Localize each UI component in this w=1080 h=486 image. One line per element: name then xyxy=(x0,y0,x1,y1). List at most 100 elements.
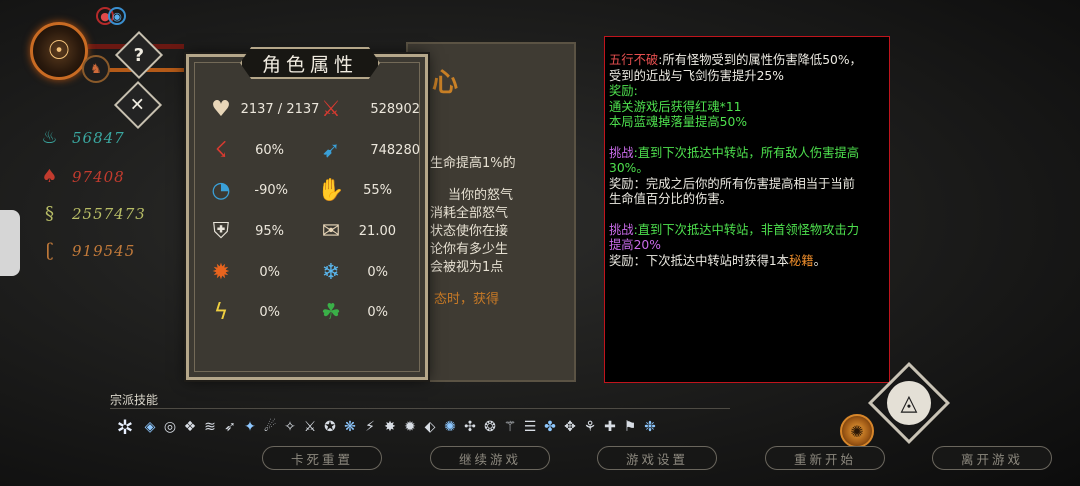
stat-cooldown-value: -90% xyxy=(254,182,288,198)
currency-red-value: 97408 xyxy=(72,167,125,186)
reward-text: 本局蓝魂掉落量提高50% xyxy=(609,115,748,129)
talent-line: 消耗全部怒气 xyxy=(430,206,509,221)
challenge-text: 提高20% xyxy=(609,238,661,252)
attribute-panel-title: 角色属性 xyxy=(240,47,380,79)
modifier-text: 受到的近战与飞剑伤害提升25% xyxy=(609,68,784,83)
reset-stuck-button[interactable]: 卡死重置 xyxy=(262,446,382,470)
stat-defense-value: 95% xyxy=(255,223,284,239)
sun-medallion-icon: ☉ xyxy=(47,36,71,66)
currency-orange-value: 919545 xyxy=(72,241,136,260)
stat-crit-damage: ➹ 748280 xyxy=(316,135,420,165)
skill-icon[interactable]: ➶ xyxy=(220,414,240,440)
skill-icon[interactable]: ⚑ xyxy=(620,414,640,440)
challenge-label: 挑战 xyxy=(609,222,634,237)
skill-icon[interactable]: ⚚ xyxy=(500,414,520,440)
skill-icon[interactable]: ☰ xyxy=(520,414,540,440)
modifier-description-box: 五行不破:所有怪物受到的属性伤害降低50%， 受到的近战与飞剑伤害提升25% 奖… xyxy=(604,36,890,383)
challenge-text: :直到下次抵达中转站，非首领怪物攻击力 xyxy=(633,222,860,237)
skill-icon[interactable]: ✥ xyxy=(560,414,580,440)
skill-icon[interactable]: ✣ xyxy=(460,414,480,440)
skill-icon[interactable]: ⚡ xyxy=(360,414,380,440)
stat-attack-value: 528902 xyxy=(370,101,420,117)
skill-icon[interactable]: ❋ xyxy=(340,414,360,440)
stat-luck: ✉ 21.00 xyxy=(316,216,396,246)
stat-cooldown: ◔ -90% xyxy=(206,175,288,205)
talent-description-panel: 心 生命提高1%的 当你的怒气 消耗全部怒气 状态使你在接 论你有多少生 会被视… xyxy=(406,42,576,382)
status-mini-icons: ● ◉ xyxy=(96,7,126,25)
talent-line: 当你的怒气 xyxy=(448,188,514,203)
close-icon: ✕ xyxy=(130,94,146,116)
modifier-text: :所有怪物受到的属性伤害降低50%， xyxy=(658,53,862,67)
currency-red: ♠ 97408 xyxy=(40,166,125,187)
spiral-icon: ʗ xyxy=(45,240,55,261)
talent-highlight: 态时，获得 xyxy=(434,292,500,307)
challenge-text: 30%。 xyxy=(609,161,649,175)
skill-icon[interactable]: ✤ xyxy=(540,414,560,440)
currency-orange: ʗ 919545 xyxy=(40,240,135,261)
sect-skills-label: 宗派技能 xyxy=(110,393,159,407)
ice-icon: ❄ xyxy=(321,259,341,285)
sect-skills-row: ✲ ◈ ◎ ❖ ≋ ➶ ✦ ☄ ✧ ⚔ ✪ ❋ ⚡ ✸ ✹ ⬖ ✺ ✣ ❂ ⚚ ☰ ✤ ✥ ⚘ ✚ ⚑ ❉ xyxy=(110,414,660,440)
stat-ice-value: 0% xyxy=(367,264,388,280)
challenge-reward: 奖励：完成之后你的所有伤害提高相当于当前 xyxy=(609,176,855,191)
fire-icon: ♠ xyxy=(41,166,59,187)
flame-spirit-icon: ♨ xyxy=(41,127,59,148)
shield-icon: ⛨ xyxy=(212,218,230,244)
skill-icon[interactable]: ≋ xyxy=(200,414,220,440)
skill-icon[interactable]: ✹ xyxy=(400,414,420,440)
blue-ring-icon: ◉ xyxy=(108,7,126,25)
currency-teal-value: 56847 xyxy=(72,128,125,147)
stat-health-value: 2137 / 2137 xyxy=(240,101,320,117)
stat-luck-value: 21.00 xyxy=(358,223,396,239)
skill-icon[interactable]: ☄ xyxy=(260,414,280,440)
stat-fire-value: 0% xyxy=(259,264,280,280)
skill-icon[interactable]: ◎ xyxy=(160,414,180,440)
skill-icon[interactable]: ✲ xyxy=(110,414,140,440)
cooldown-icon: ◔ xyxy=(211,177,231,203)
talent-title: 心 xyxy=(432,68,459,98)
player-portrait[interactable]: ☉ xyxy=(30,22,88,80)
currency-teal: ♨ 56847 xyxy=(40,127,125,148)
leave-game-button[interactable]: 离开游戏 xyxy=(932,446,1052,470)
poison-icon: ☘ xyxy=(321,299,341,325)
challenge-reward: 生命值百分比的伤害。 xyxy=(609,192,732,206)
restart-game-button[interactable]: 重新开始 xyxy=(765,446,885,470)
skill-icon[interactable]: ◈ xyxy=(140,414,160,440)
skill-icon[interactable]: ✚ xyxy=(600,414,620,440)
scroll-icon: ✉ xyxy=(321,218,341,244)
all-seeing-eye-icon[interactable]: ◬ xyxy=(887,381,931,425)
skill-icon[interactable]: ❂ xyxy=(480,414,500,440)
skill-icon[interactable]: ⚘ xyxy=(580,414,600,440)
currency-olive: § 2557473 xyxy=(40,203,146,224)
skill-icon[interactable]: ⬖ xyxy=(420,414,440,440)
currency-olive-value: 2557473 xyxy=(72,204,146,223)
stat-poison-value: 0% xyxy=(367,304,388,320)
crit-damage-icon: ➹ xyxy=(321,137,341,163)
continue-game-button[interactable]: 继续游戏 xyxy=(430,446,550,470)
skill-icon[interactable]: ✦ xyxy=(240,414,260,440)
game-settings-button[interactable]: 游戏设置 xyxy=(597,446,717,470)
beast-icon: ♞ xyxy=(90,61,102,77)
challenge-reward: 奖励：下次抵达中转站时获得1本 xyxy=(609,253,789,268)
talent-line: 论你有多少生 xyxy=(430,242,509,257)
lightning-icon: ϟ xyxy=(213,299,229,325)
gear-icon[interactable]: ✺ xyxy=(840,414,874,448)
stat-defense: ⛨ 95% xyxy=(206,216,284,246)
secret-book-label: 秘籍 xyxy=(788,253,814,268)
modifier-name: 五行不破 xyxy=(609,53,659,67)
skill-icon[interactable]: ❉ xyxy=(640,414,660,440)
stat-poison: ☘ 0% xyxy=(316,297,388,327)
side-drawer-handle[interactable] xyxy=(0,210,20,276)
close-button[interactable]: ✕ xyxy=(113,80,163,130)
talent-line: 会被视为1点 xyxy=(430,260,504,275)
skill-icon[interactable]: ✸ xyxy=(380,414,400,440)
skill-icon[interactable]: ❖ xyxy=(180,414,200,440)
skill-icon[interactable]: ✪ xyxy=(320,414,340,440)
stat-health: ♥ 2137 / 2137 xyxy=(206,94,324,124)
skill-icon[interactable]: ✧ xyxy=(280,414,300,440)
skill-icon[interactable]: ✺ xyxy=(440,414,460,440)
skill-icon[interactable]: ⚔ xyxy=(300,414,320,440)
pet-button[interactable]: ♞ xyxy=(82,55,110,83)
reward-label: 奖励: xyxy=(609,84,638,98)
stat-crit-rate-value: 60% xyxy=(255,142,284,158)
